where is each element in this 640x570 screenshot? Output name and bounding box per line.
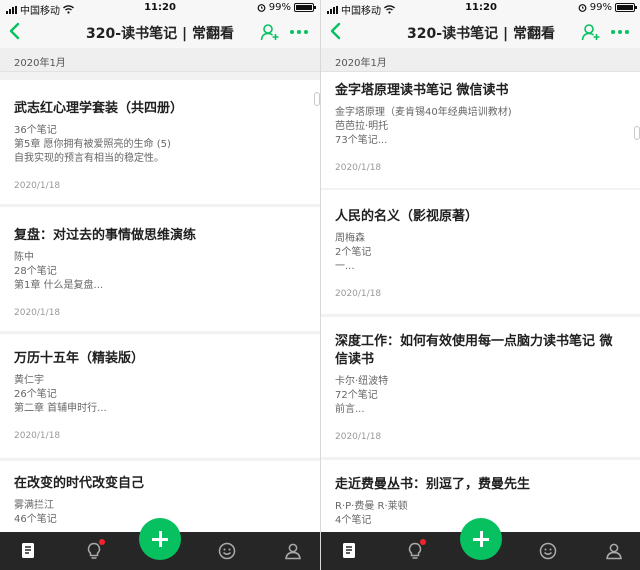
note-excerpt: 自我实现的预言有相当的稳定性。 [14,153,164,164]
more-options-icon[interactable] [290,30,308,34]
book-subtitle: 金字塔原理（麦肯锡40年经典培训教材) [335,107,512,118]
page-title: 320-读书笔记 | 常翻看 [407,26,555,42]
back-chevron-icon[interactable] [8,22,20,40]
list-item[interactable]: 复盘：对过去的事情做思维演练 陈中 28个笔记 第1章 什么是复盘... 202… [0,207,320,331]
add-user-icon[interactable] [260,22,280,42]
note-count: 2个笔记 [335,247,372,258]
nav-bar: 320-读书笔记 | 常翻看 [321,16,640,48]
discover-icon[interactable] [538,541,558,561]
note-count: 72个笔记 [335,390,378,401]
chapter-line: 第二章 首辅申时行... [14,403,107,414]
book-title-line-2: 信读书 [335,352,375,367]
back-chevron-icon[interactable] [329,22,341,40]
section-header: 2020年1月 [0,48,320,72]
tab-bar [0,518,320,570]
list-item[interactable]: 万历十五年（精装版） 黄仁宇 26个笔记 第二章 首辅申时行... 2020/1… [0,334,320,458]
note-date: 2020/1/18 [335,163,382,173]
note-date: 2020/1/18 [14,181,61,191]
note-date: 2020/1/18 [14,308,61,318]
book-title: 金字塔原理读书笔记 微信读书 [335,83,509,98]
chapter-line: 第1章 什么是复盘... [14,280,104,291]
nav-bar: 320-读书笔记 | 常翻看 [0,16,320,48]
author: 雾满拦江 [14,500,54,511]
notification-badge [99,539,105,545]
notes-list: 金字塔原理读书笔记 微信读书 金字塔原理（麦肯锡40年经典培训教材) 芭芭拉·明… [321,72,640,532]
add-user-icon[interactable] [581,22,601,42]
battery-icon [294,3,316,12]
book-title-line-1: 深度工作：如何有效使用每一点脑力读书笔记 微 [335,334,613,349]
author: 周梅森 [335,233,365,244]
alarm-icon [578,4,587,12]
author: 卡尔·纽波特 [335,376,389,387]
battery-percent: 99% [268,2,291,13]
notes-icon[interactable] [339,541,359,561]
notes-icon[interactable] [18,541,38,561]
book-title: 万历十五年（精装版） [14,351,145,366]
section-header: 2020年1月 [321,48,640,72]
list-item[interactable]: 深度工作：如何有效使用每一点脑力读书笔记 微 信读书 卡尔·纽波特 72个笔记 … [321,317,640,457]
add-icon[interactable] [139,518,181,560]
notification-badge [420,539,426,545]
book-title: 武志红心理学套装（共四册） [14,101,184,116]
list-item[interactable]: 武志红心理学套装（共四册） 36个笔记 第5章 愿你拥有被爱照亮的生命 (5) … [0,80,320,204]
add-icon[interactable] [460,518,502,560]
note-count: 28个笔记 [14,266,57,277]
note-date: 2020/1/18 [335,289,382,299]
note-date: 2020/1/18 [14,431,61,441]
screen-right: 中国移动 11:20 99% 320-读书笔记 | 常翻看 2020年1月 金字… [320,0,640,570]
tab-bar [321,518,640,570]
page-title: 320-读书笔记 | 常翻看 [86,26,234,42]
chapter-line: 第5章 愿你拥有被爱照亮的生命 (5) [14,139,171,150]
more-options-icon[interactable] [611,30,629,34]
author: R·P·费曼 R·莱顿 [335,501,408,512]
book-title: 走近费曼丛书：别逗了，费曼先生 [335,477,531,492]
author: 黄仁宇 [14,375,44,386]
note-count: 36个笔记 [14,125,57,136]
book-title: 人民的名义（影视原著） [335,209,479,224]
note-excerpt: 一... [335,261,355,272]
list-item[interactable]: 金字塔原理读书笔记 微信读书 金字塔原理（麦肯锡40年经典培训教材) 芭芭拉·明… [321,72,640,188]
scroll-handle[interactable] [634,126,640,140]
note-excerpt: 前言... [335,404,365,415]
book-title: 在改变的时代改变自己 [14,476,145,491]
status-bar: 中国移动 11:20 99% [321,0,640,17]
discover-icon[interactable] [217,541,237,561]
author: 陈中 [14,252,34,263]
alarm-icon [257,4,266,12]
battery-percent: 99% [589,2,612,13]
book-title: 复盘：对过去的事情做思维演练 [14,228,197,243]
list-item[interactable]: 人民的名义（影视原著） 周梅森 2个笔记 一... 2020/1/18 [321,190,640,314]
profile-icon[interactable] [283,541,303,561]
note-date: 2020/1/18 [335,432,382,442]
battery-icon [615,3,637,12]
note-count: 26个笔记 [14,389,57,400]
status-bar: 中国移动 11:20 99% [0,0,320,17]
notes-list: 武志红心理学套装（共四册） 36个笔记 第5章 愿你拥有被爱照亮的生命 (5) … [0,72,320,532]
note-count: 73个笔记... [335,135,388,146]
author: 芭芭拉·明托 [335,121,389,132]
profile-icon[interactable] [604,541,624,561]
screen-left: 中国移动 11:20 99% 320-读书笔记 | 常翻看 2020年1月 武志… [0,0,320,570]
